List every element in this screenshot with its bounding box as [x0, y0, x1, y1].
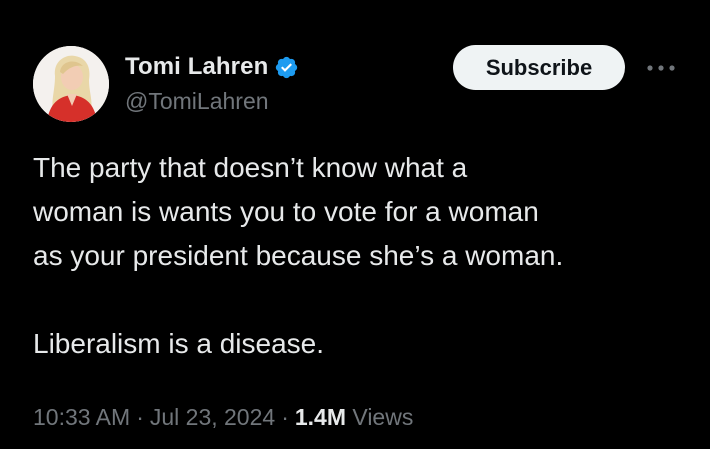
tweet-date[interactable]: Jul 23, 2024: [150, 404, 275, 430]
meta-separator: ·: [136, 404, 144, 430]
avatar-photo-icon: [33, 46, 109, 122]
author-name-row: Tomi Lahren: [125, 50, 299, 84]
views-label[interactable]: Views: [352, 404, 413, 430]
author-handle[interactable]: @TomiLahren: [125, 88, 269, 115]
tweet-text: The party that doesn’t know what a woman…: [33, 146, 698, 366]
avatar[interactable]: [33, 46, 109, 122]
meta-separator: ·: [281, 404, 289, 430]
verified-badge-icon: [276, 56, 298, 78]
tweet-text-line: woman is wants you to vote for a woman: [33, 196, 539, 227]
subscribe-button[interactable]: Subscribe: [453, 45, 625, 90]
tweet-text-line: The party that doesn’t know what a: [33, 152, 468, 183]
tweet-meta: 10:33 AM · Jul 23, 2024 · 1.4M Views: [33, 404, 413, 431]
views-count[interactable]: 1.4M: [295, 404, 346, 430]
tweet-text-line: Liberalism is a disease.: [33, 328, 325, 359]
author-display-name[interactable]: Tomi Lahren: [125, 53, 268, 81]
more-horizontal-icon: [647, 65, 675, 71]
tweet-text-line: as your president because she’s a woman.: [33, 240, 564, 271]
tweet-time[interactable]: 10:33 AM: [33, 404, 130, 430]
more-options-button[interactable]: [643, 56, 679, 80]
tweet-card: Tomi Lahren @TomiLahren Subscribe The pa…: [0, 0, 710, 449]
